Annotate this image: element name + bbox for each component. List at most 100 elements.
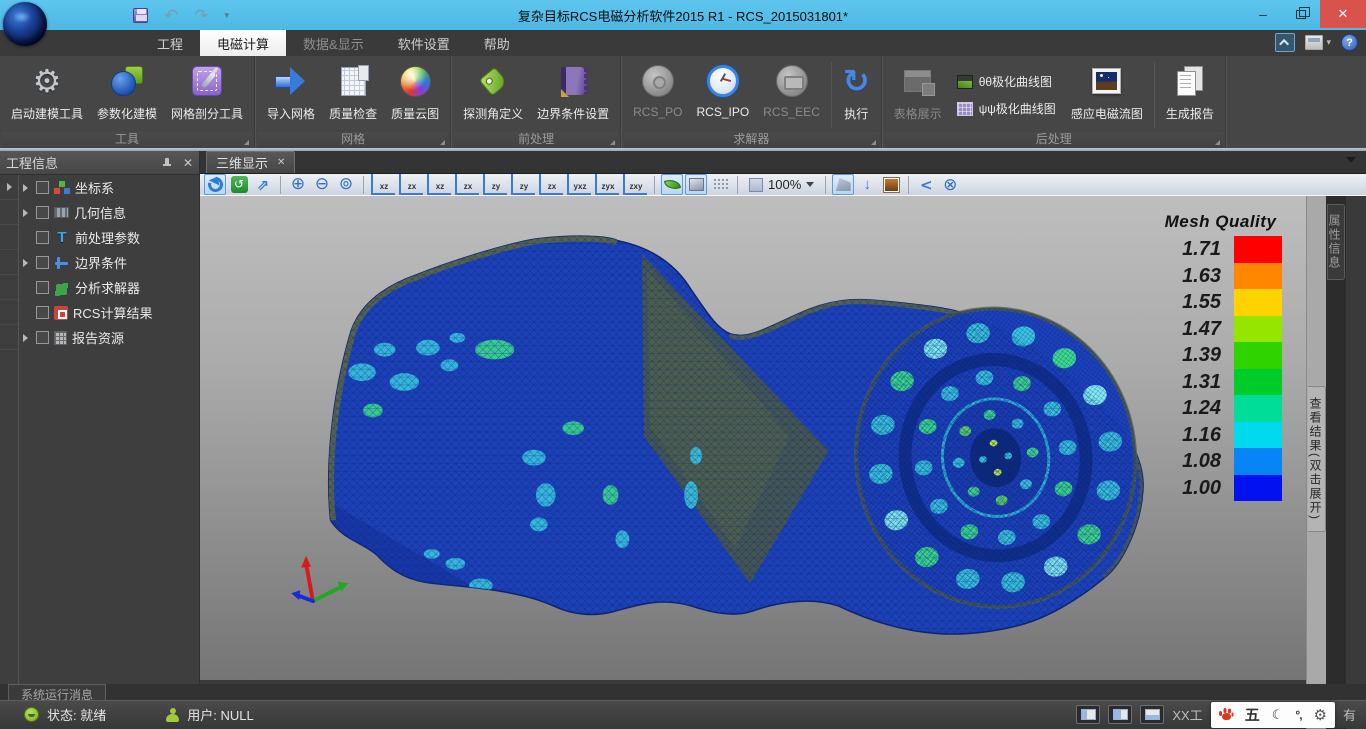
tree-item-1[interactable]: 几何信息 [19,200,199,225]
menu-tab-0[interactable]: 工程 [140,30,200,56]
tree-item-5[interactable]: RCS计算结果 [19,300,199,325]
ribbon-button-0-1[interactable]: 参数化建模 [90,58,164,132]
checkbox[interactable] [36,331,49,344]
pin-icon[interactable] [161,157,173,169]
surface-display-button[interactable] [685,174,707,195]
ribbon-button-3-2[interactable]: RCS_EEC [756,58,827,132]
redo-icon[interactable]: ↷ [194,7,208,24]
user-icon [166,708,179,722]
moon-icon[interactable]: ☾ [1272,707,1284,723]
ime-wubi-button[interactable]: 五 [1245,704,1260,725]
tab-close-icon[interactable]: ✕ [277,157,285,169]
tab-list-dropdown-icon[interactable] [1346,157,1356,163]
save-icon[interactable] [133,8,148,23]
ribbon-button-3-3[interactable]: ↻执行 [836,58,877,132]
zoom-out-button[interactable]: ⊖ [311,174,333,195]
checkbox[interactable] [36,206,49,219]
view-orientation-button-7[interactable]: yxz [567,174,591,195]
tree-item-0[interactable]: 坐标系 [19,175,199,200]
window-style-button[interactable]: ▾ [1305,35,1331,50]
app-logo[interactable] [3,2,47,46]
pan-arrow-icon: ⇗ [257,176,270,194]
collapse-ribbon-button[interactable] [1275,33,1295,52]
ribbon-button-4-3[interactable]: 生成报告 [1159,58,1221,132]
view-results-vertical-tab[interactable]: 查看结果(双击展开) [1308,386,1326,532]
close-button[interactable]: ✕ [1320,0,1366,28]
property-info-vertical-tab[interactable]: 属性信息 [1327,204,1345,280]
smooth-shading-button[interactable] [661,174,683,195]
view-orientation-button-1[interactable]: zx [399,174,423,195]
gutter-arrow-icon[interactable] [7,183,12,191]
ribbon-button-4-1-1[interactable]: ψψ极化曲线图 [953,100,1060,117]
expander-icon[interactable] [23,334,28,342]
expander-icon[interactable] [23,259,28,267]
tree-item-6[interactable]: 报告资源 [19,325,199,350]
view-orientation-button-8[interactable]: zyx [595,174,619,195]
zoom-fit-button[interactable]: ⊚ [335,174,357,195]
close-panel-icon[interactable]: ✕ [183,157,193,169]
pan-arrow-button[interactable]: ⇗ [252,174,274,195]
ribbon-button-3-0[interactable]: RCS_PO [626,58,689,132]
punctuation-icon[interactable]: °, [1295,708,1301,722]
ribbon-separator [1154,62,1155,128]
checkbox[interactable] [36,181,49,194]
viewport-3d[interactable]: Mesh Quality 1.711.631.551.471.391.311.2… [200,196,1306,680]
texture-button[interactable] [880,174,902,195]
tree-gutter-cell [0,275,18,300]
checkbox[interactable] [36,231,49,244]
ribbon-button-2-1[interactable]: 边界条件设置 [530,58,616,132]
clip-plane-button[interactable] [832,174,854,195]
quick-access-dropdown-icon[interactable]: ▾ [225,10,230,21]
ribbon-button-1-0[interactable]: 导入网格 [260,58,322,132]
view-orientation-button-3[interactable]: zx [455,174,479,195]
ribbon-button-1-1[interactable]: 质量检查 [322,58,384,132]
arrow-down-button[interactable]: ↓ [856,174,878,195]
menu-tab-4[interactable]: 帮助 [467,30,527,56]
checkbox[interactable] [36,256,49,269]
expander-icon[interactable] [23,184,28,192]
ribbon-button-2-0[interactable]: 探测角定义 [456,58,530,132]
menu-tab-1[interactable]: 电磁计算 [200,30,286,56]
wireframe-display-button[interactable] [709,174,731,195]
undo-icon[interactable]: ↶ [164,7,178,24]
ime-settings-gear-icon[interactable]: ⚙ [1314,706,1327,724]
ribbon-button-3-1[interactable]: RCS_IPO [689,58,756,132]
expander-icon[interactable] [23,209,28,217]
zoom-dropdown-icon[interactable] [806,182,814,187]
ribbon-button-4-1-0[interactable]: θθ极化曲线图 [953,73,1060,90]
view-orientation-button-4[interactable]: zy [483,174,507,195]
rotate-view-button[interactable] [204,174,226,195]
share-button[interactable]: < [915,174,937,195]
ribbon-button-4-0[interactable]: 表格展示 [887,58,949,132]
tree-item-3[interactable]: 边界条件 [19,250,199,275]
baidu-paw-icon[interactable] [1219,708,1233,721]
tab-3d-display[interactable]: 三维显示 ✕ [206,151,295,173]
ribbon-button-4-2[interactable]: 感应电磁流图 [1064,58,1150,132]
menu-tab-2[interactable]: 数据&显示 [286,30,381,56]
restore-button[interactable] [1282,0,1320,28]
window-layout-2-button[interactable] [1108,705,1132,724]
gear-icon: ⚙ [33,64,62,98]
help-button[interactable]: ? [1341,34,1358,51]
window-layout-3-button[interactable] [1140,705,1164,724]
checkbox[interactable] [36,306,49,319]
view-orientation-button-5[interactable]: zy [511,174,535,195]
minimize-button[interactable]: – [1244,0,1282,28]
view-orientation-button-0[interactable]: xz [371,174,395,195]
tree-item-4[interactable]: 分析求解器 [19,275,199,300]
view-orientation-button-6[interactable]: zx [539,174,563,195]
zoom-in-button[interactable]: ⊕ [287,174,309,195]
zoom-level-control[interactable]: 100% [744,174,819,195]
menu-tab-3[interactable]: 软件设置 [381,30,467,56]
ribbon-button-1-2[interactable]: 质量云图 [384,58,446,132]
ribbon-button-0-0[interactable]: ⚙启动建模工具 [4,58,90,132]
ribbon-button-0-2[interactable]: 网格剖分工具 [164,58,250,132]
orbit-refresh-button[interactable]: ↺ [228,174,250,195]
checkbox[interactable] [36,281,49,294]
view-orientation-button-9[interactable]: zxy [623,174,647,195]
view-orientation-button-2[interactable]: xz [427,174,451,195]
tree-item-2[interactable]: 前处理参数 [19,225,199,250]
window-layout-1-button[interactable] [1076,705,1100,724]
tab-3d-display-label: 三维显示 [216,153,268,172]
close-view-button[interactable]: ⊗ [939,174,961,195]
